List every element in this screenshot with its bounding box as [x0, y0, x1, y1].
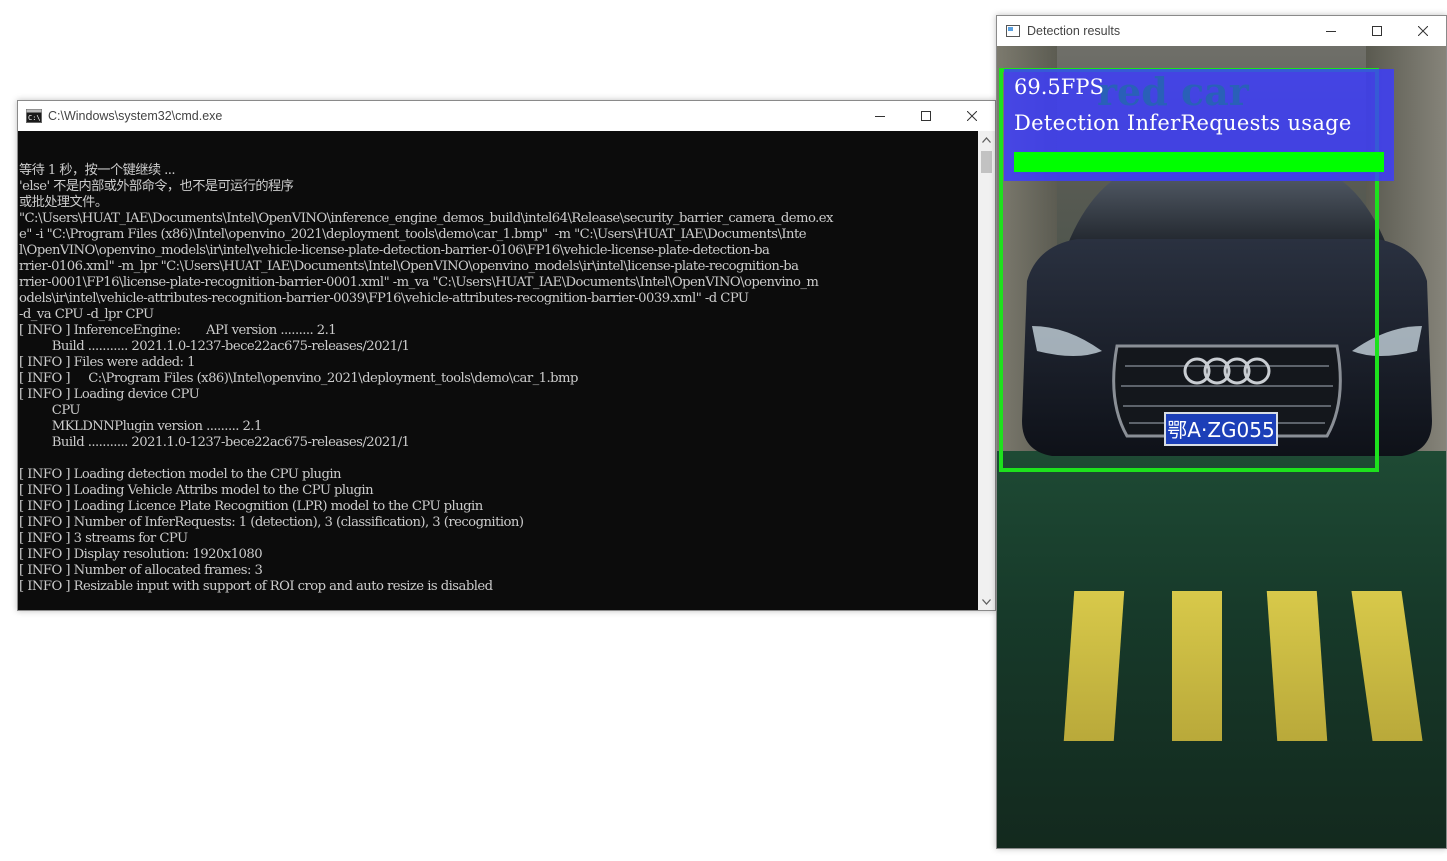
console-line: [ INFO ] C:\Program Files (x86)\Intel\op…: [19, 371, 578, 386]
infer-requests-usage-bar: [1014, 152, 1384, 172]
maximize-button[interactable]: [903, 101, 949, 131]
minimize-button[interactable]: [857, 101, 903, 131]
cmd-window[interactable]: C:\ C:\Windows\system32\cmd.exe 等待 1 秒，按…: [17, 100, 996, 611]
chevron-down-icon: [982, 598, 991, 605]
console-line: MKLDNNPlugin version ......... 2.1: [19, 419, 263, 434]
vertical-scrollbar[interactable]: [978, 131, 995, 610]
console-line: [ INFO ] Loading detection model to the …: [19, 467, 342, 482]
vehicle-attribute-label: red car: [1097, 69, 1249, 114]
minimize-icon: [875, 116, 885, 117]
console-icon: C:\: [26, 109, 42, 123]
console-line: [ INFO ] 3 streams for CPU: [19, 531, 188, 546]
console-line: [ INFO ] Loading device CPU: [19, 387, 200, 402]
console-line: "C:\Users\HUAT_IAE\Documents\Intel\OpenV…: [19, 211, 833, 226]
chevron-up-icon: [982, 136, 991, 143]
scroll-down-button[interactable]: [978, 593, 995, 610]
console-line: [ INFO ] Number of allocated frames: 3: [19, 563, 263, 578]
cmd-titlebar[interactable]: C:\ C:\Windows\system32\cmd.exe: [18, 101, 995, 131]
console-line: Build ........... 2021.1.0-1237-bece22ac…: [19, 435, 410, 450]
svg-text:C:\: C:\: [28, 114, 41, 122]
close-icon: [967, 111, 977, 121]
console-line: CPU: [19, 403, 81, 418]
console-line: [ INFO ] Resizable input with support of…: [19, 579, 493, 594]
console-line: [ INFO ] InferenceEngine: API version ..…: [19, 323, 337, 338]
floor-stripe: [1266, 591, 1328, 741]
window-app-icon: [1006, 25, 1020, 37]
console-line: 'else' 不是内部或外部命令，也不是可运行的程序: [19, 179, 294, 194]
console-line: -d_va CPU -d_lpr CPU: [19, 307, 154, 322]
console-line: l\OpenVINO\openvino_models\ir\intel\vehi…: [19, 243, 770, 258]
cmd-window-title: C:\Windows\system32\cmd.exe: [48, 109, 223, 123]
maximize-button[interactable]: [1354, 16, 1400, 46]
console-line: e" -i "C:\Program Files (x86)\Intel\open…: [19, 227, 807, 242]
detection-results-window[interactable]: Detection results 鄂A·ZG055 red car 69.5F…: [996, 15, 1447, 849]
scrollbar-thumb[interactable]: [981, 151, 992, 173]
console-line: [ INFO ] Loading Vehicle Attribs model t…: [19, 483, 374, 498]
console-line: Build ........... 2021.1.0-1237-bece22ac…: [19, 339, 410, 354]
console-area[interactable]: 等待 1 秒，按一个键继续 ...'else' 不是内部或外部命令，也不是可运行…: [18, 131, 978, 610]
floor-stripe: [1063, 591, 1125, 741]
close-button[interactable]: [949, 101, 995, 131]
fps-readout: 69.5FPS: [1014, 75, 1104, 99]
detection-titlebar[interactable]: Detection results: [997, 16, 1446, 46]
maximize-icon: [1372, 26, 1382, 36]
console-line: rrier-0106.xml" -m_lpr "C:\Users\HUAT_IA…: [19, 259, 799, 274]
infer-requests-usage-label: Detection InferRequests usage: [1014, 111, 1352, 135]
floor-stripe: [1172, 591, 1222, 741]
maximize-icon: [921, 111, 931, 121]
console-line: 等待 1 秒，按一个键继续 ...: [19, 163, 176, 178]
scroll-up-button[interactable]: [978, 131, 995, 148]
minimize-button[interactable]: [1308, 16, 1354, 46]
console-line: [ INFO ] Files were added: 1: [19, 355, 195, 370]
camera-frame: 鄂A·ZG055 red car 69.5FPS Detection Infer…: [997, 46, 1446, 848]
console-output: 等待 1 秒，按一个键继续 ...'else' 不是内部或外部命令，也不是可运行…: [19, 163, 833, 595]
console-line: [ INFO ] Display resolution: 1920x1080: [19, 547, 263, 562]
detection-window-title: Detection results: [1027, 24, 1121, 38]
close-icon: [1418, 26, 1428, 36]
console-line: rrier-0001\FP16\license-plate-recognitio…: [19, 275, 819, 290]
console-line: odels\ir\intel\vehicle-attributes-recogn…: [19, 291, 749, 306]
console-line: 或批处理文件。: [19, 195, 108, 210]
close-button[interactable]: [1400, 16, 1446, 46]
console-line: [ INFO ] Number of InferRequests: 1 (det…: [19, 515, 524, 530]
minimize-icon: [1326, 31, 1336, 32]
console-line: [ INFO ] Loading Licence Plate Recogniti…: [19, 499, 483, 514]
